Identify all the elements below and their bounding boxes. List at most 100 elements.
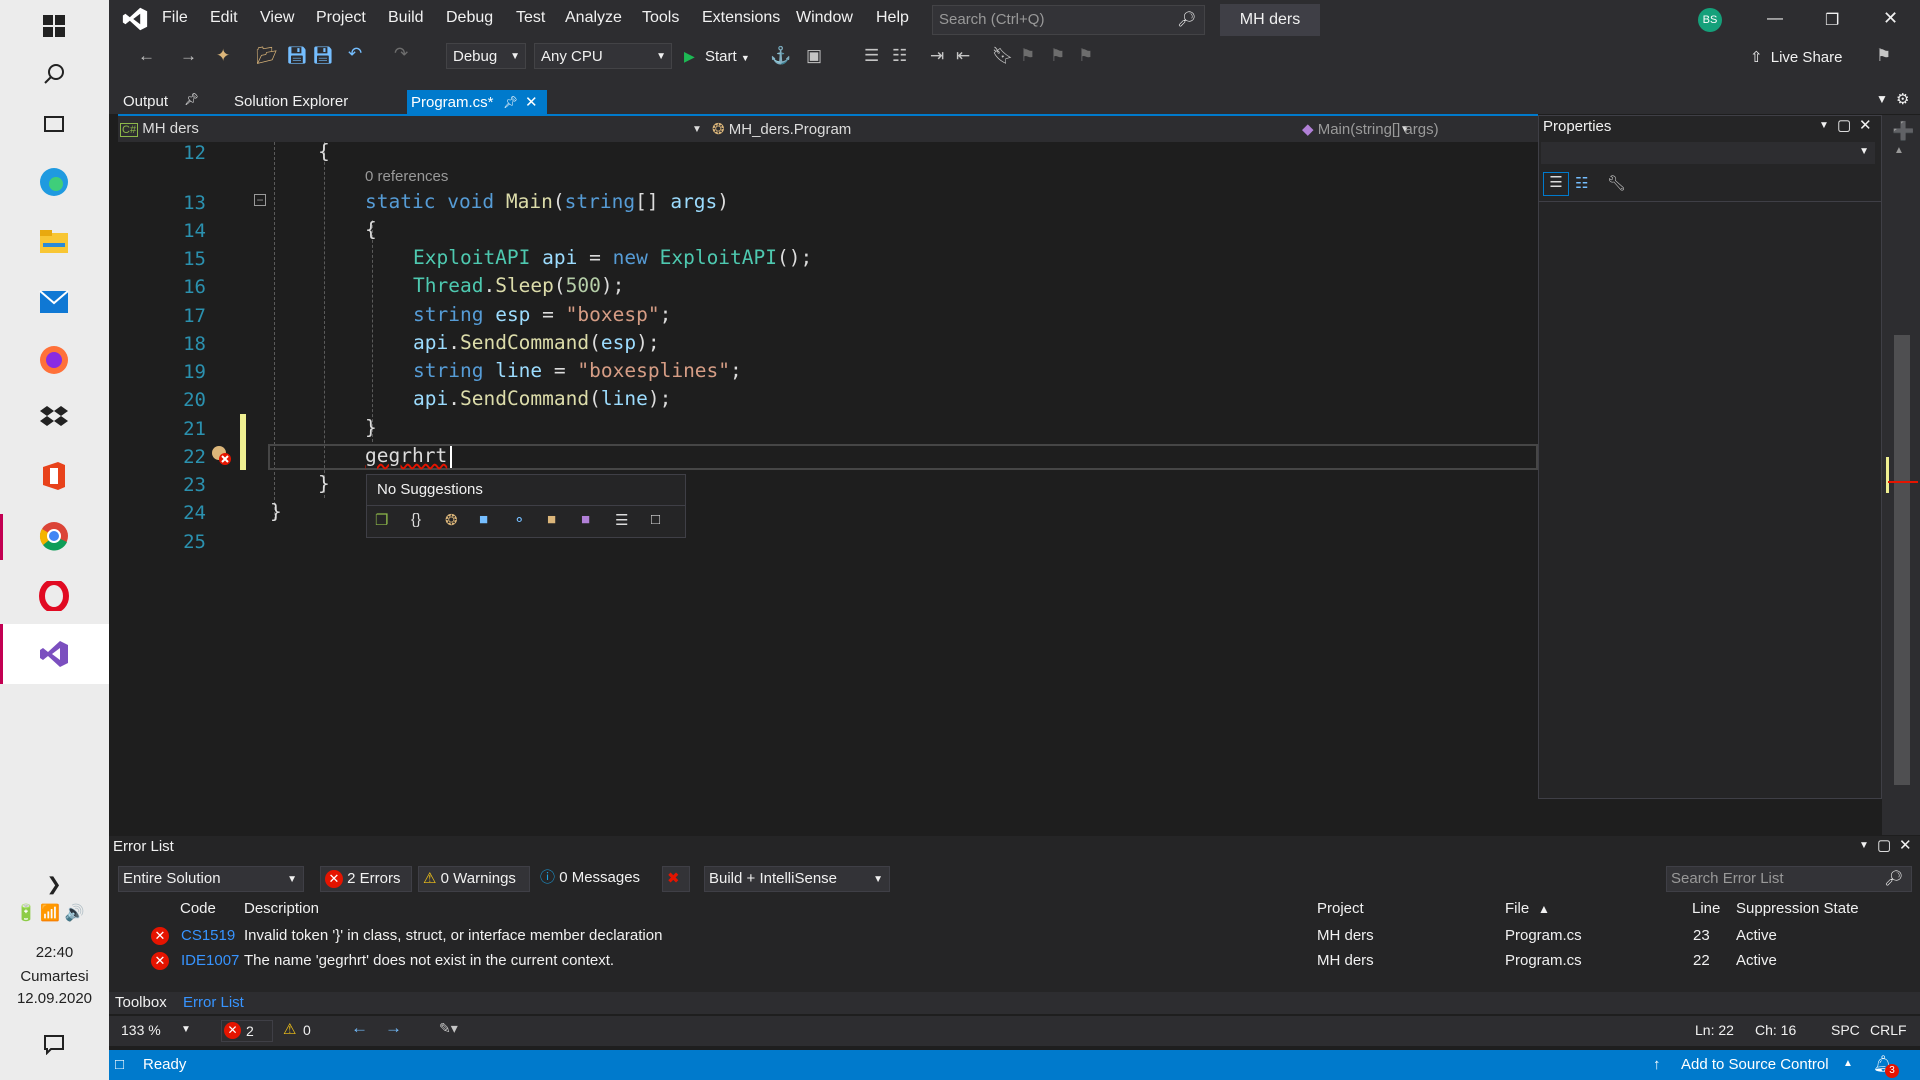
menu-analyze[interactable]: Analyze [565,9,622,27]
indent-icon[interactable]: ⇥ [930,46,944,66]
error-list-search-input[interactable]: Search Error List 🔎︎ [1666,866,1912,892]
column-line[interactable]: Line [1692,900,1720,917]
forward-icon[interactable]: → [180,46,197,66]
maximize-icon[interactable]: ▢ [1837,116,1851,134]
filter-snippet-icon[interactable]: ☰ [615,511,628,529]
undo-icon[interactable]: ↶ [348,44,362,64]
visual-studio-icon[interactable] [34,634,74,674]
menu-extensions[interactable]: Extensions [702,9,780,27]
pin-icon[interactable]: 📌︎ [503,90,518,115]
error-code-link[interactable]: CS1519 [181,927,235,944]
user-avatar[interactable]: BS [1698,8,1722,32]
scrollbar-thumb[interactable] [1894,335,1910,785]
windows-start-icon[interactable] [34,6,74,46]
menu-test[interactable]: Test [516,9,545,27]
close-window-icon[interactable]: ✕ [1883,8,1898,29]
outdent-icon[interactable]: ⇤ [956,46,970,66]
filter-struct-icon[interactable]: ■ [479,511,488,528]
open-file-icon[interactable]: 📂︎ [256,46,278,66]
edge-browser-icon[interactable] [34,162,74,202]
solution-platform-dropdown[interactable]: Any CPU ▼ [534,43,672,69]
project-dropdown[interactable]: C# MH ders ▼ [120,120,702,137]
column-indicator[interactable]: Ch: 16 [1755,1022,1796,1038]
chevron-down-icon[interactable]: ▼ [1859,840,1869,851]
source-dropdown[interactable]: Build + IntelliSense ▼ [704,866,890,892]
zoom-level-dropdown[interactable]: 133 % [121,1022,161,1038]
tab-solution-explorer[interactable]: Solution Explorer [234,93,348,110]
scroll-up-icon[interactable]: ▲ [1894,145,1904,156]
chevron-down-icon[interactable]: ▼ [1876,92,1888,106]
chrome-icon[interactable] [34,516,74,556]
minimize-icon[interactable]: — [1767,10,1783,28]
attach-icon[interactable]: ⚓ [770,46,791,66]
line-ending-indicator[interactable]: CRLF [1870,1022,1907,1038]
menu-project[interactable]: Project [316,9,366,27]
menu-debug[interactable]: Debug [446,9,493,27]
menu-window[interactable]: Window [796,9,853,27]
table-row[interactable]: ✕ IDE1007 The name 'gegrhrt' does not ex… [109,949,1920,973]
new-project-icon[interactable]: ✦ [216,46,230,66]
task-view-icon[interactable] [34,104,74,144]
dropbox-icon[interactable] [34,398,74,438]
menu-tools[interactable]: Tools [642,9,679,27]
close-panel-icon[interactable]: ✕ [1859,116,1872,134]
collapse-icon[interactable]: − [254,194,266,206]
vertical-scrollbar[interactable]: ➕ ▲ [1882,115,1920,835]
close-panel-icon[interactable]: ✕ [1899,836,1912,854]
restore-icon[interactable]: ❐ [1825,10,1839,30]
tab-toolbox[interactable]: Toolbox [115,994,167,1011]
column-suppression-state[interactable]: Suppression State [1736,900,1859,917]
browser-link-icon[interactable]: ▣ [806,46,822,66]
gear-icon[interactable]: ⚙ [1896,90,1909,108]
whitespace-indicator[interactable]: SPC [1831,1022,1860,1038]
action-center-icon[interactable] [34,1024,74,1064]
clear-bookmarks-icon[interactable]: ⚑ [1078,46,1093,66]
tab-output[interactable]: Output [123,93,168,110]
code-editor[interactable]: 12 13 14 15 16 17 18 19 20 21 22 23 24 2… [118,140,1538,832]
member-dropdown[interactable]: ◆ Main(string[] args) [1302,120,1439,138]
prev-bookmark-icon[interactable]: ⚑ [1020,46,1035,66]
save-icon[interactable]: 💾︎ [286,46,308,66]
redo-icon[interactable]: ↷ [394,44,408,64]
error-count-indicator[interactable]: ✕ 2 [221,1020,273,1042]
menu-view[interactable]: View [260,9,294,27]
toolbar-tool-icon[interactable]: ☷ [892,46,907,66]
live-share-button[interactable]: ⇧ Live Share [1750,48,1842,66]
opera-icon[interactable] [34,576,74,616]
filter-namespace-icon[interactable]: {} [411,511,421,528]
filter-enum-icon[interactable]: ■ [547,511,556,528]
navigate-backward-icon[interactable]: ← [351,1018,368,1038]
search-icon[interactable] [34,54,74,94]
categorized-icon[interactable]: ☰ [1543,172,1569,196]
warning-count[interactable]: 0 [303,1022,311,1038]
column-project[interactable]: Project [1317,900,1364,917]
chevron-down-icon[interactable]: ▼ [1819,120,1829,131]
object-selector-dropdown[interactable]: ▼ [1541,142,1875,164]
scope-dropdown[interactable]: Entire Solution ▼ [118,866,304,892]
codelens-references[interactable]: 0 references [365,168,448,185]
filter-expand-icon[interactable]: ❐ [375,511,388,529]
mail-icon[interactable] [34,282,74,322]
add-to-source-control-button[interactable]: Add to Source Control [1681,1056,1829,1073]
navigate-forward-icon[interactable]: → [385,1018,402,1038]
bookmark-icon[interactable]: 🔖︎ [992,46,1014,66]
alphabetical-icon[interactable]: ☷ [1575,174,1588,192]
menu-help[interactable]: Help [876,9,909,27]
show-hidden-icons-icon[interactable]: ❯ [34,864,74,904]
file-explorer-icon[interactable] [34,222,74,262]
wrench-icon[interactable]: 🔧︎ [1607,174,1626,192]
search-input[interactable]: Search (Ctrl+Q) 🔎︎ [932,5,1205,35]
pin-icon[interactable]: ➕ [1892,121,1914,142]
tab-program-cs[interactable]: Program.cs* 📌︎ ✕ [407,90,547,115]
toolbar-tool-icon[interactable]: ☰ [864,46,879,66]
office-icon[interactable] [34,456,74,496]
solution-configuration-dropdown[interactable]: Debug ▼ [446,43,526,69]
line-indicator[interactable]: Ln: 22 [1695,1022,1734,1038]
filter-class-icon[interactable]: ❂ [445,511,458,529]
clock-time[interactable]: 22:40 [0,944,109,961]
filter-box-icon[interactable]: □ [651,511,660,528]
filter-interface-icon[interactable]: ⚬ [513,511,526,529]
maximize-icon[interactable]: ▢ [1877,836,1891,854]
menu-build[interactable]: Build [388,9,424,27]
close-tab-icon[interactable]: ✕ [525,90,538,115]
